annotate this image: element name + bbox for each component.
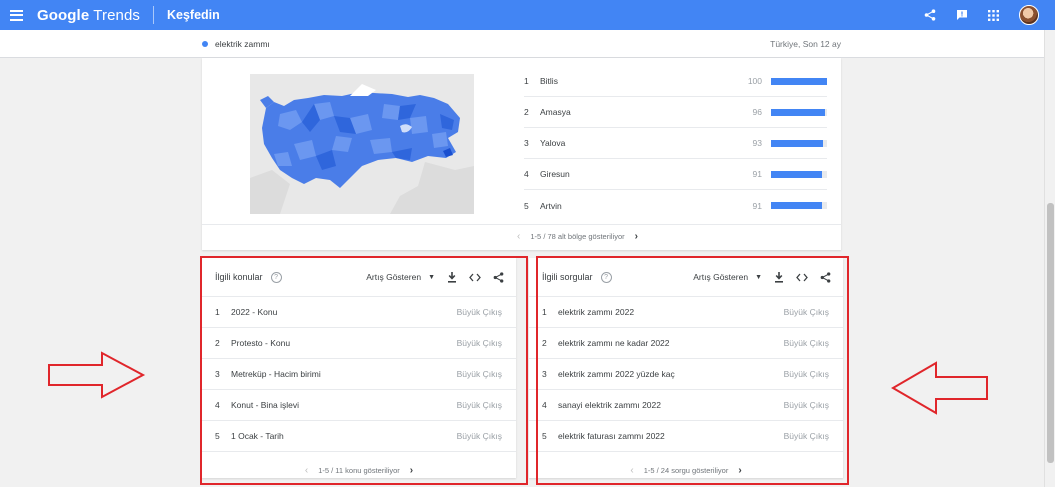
region-rank: 3 <box>524 138 529 148</box>
highlight-box-queries <box>536 256 849 485</box>
region-bar-track <box>771 77 827 85</box>
region-bar-fill <box>771 108 825 116</box>
pager-next-icon[interactable]: › <box>635 231 638 242</box>
region-rank: 2 <box>524 107 529 117</box>
region-bar-fill <box>771 77 827 85</box>
region-value: 91 <box>752 169 762 179</box>
region-row[interactable]: 4 Giresun 91 <box>524 159 827 190</box>
region-bar-track <box>771 202 827 209</box>
region-row[interactable]: 3 Yalova 93 <box>524 128 827 159</box>
region-name[interactable]: Artvin <box>540 201 732 211</box>
region-value: 100 <box>747 76 762 86</box>
google-trends-logo[interactable]: Google Trends <box>37 7 140 24</box>
arrow-left-icon <box>891 361 988 415</box>
region-row[interactable]: 1 Bitlis 100 <box>524 66 827 97</box>
region-value: 93 <box>752 138 762 148</box>
region-row[interactable]: 5 Artvin 91 <box>524 190 827 221</box>
region-value: 96 <box>752 107 762 117</box>
header-divider <box>153 6 154 24</box>
avatar[interactable] <box>1019 5 1039 25</box>
turkey-region-map[interactable] <box>250 74 474 214</box>
interest-by-region-card: 1 Bitlis 100 2 Amasya 96 3 Yalova 93 4 Giresun 91 5 A… <box>202 58 841 250</box>
page-title: Keşfedin <box>167 8 220 22</box>
region-pager: ‹ 1-5 / 78 alt bölge gösteriliyor › <box>202 224 841 248</box>
pager-prev-icon[interactable]: ‹ <box>517 231 520 242</box>
region-bar-fill <box>771 139 824 147</box>
region-rank: 4 <box>524 169 529 179</box>
region-bar-fill <box>771 170 822 178</box>
region-name[interactable]: Yalova <box>540 138 732 148</box>
region-rank: 1 <box>524 76 529 86</box>
apps-icon[interactable] <box>988 9 999 21</box>
highlight-box-topics <box>200 256 528 485</box>
region-time-filter: Türkiye, Son 12 ay <box>770 38 841 49</box>
region-row[interactable]: 2 Amasya 96 <box>524 97 827 128</box>
feedback-icon[interactable] <box>956 9 968 21</box>
search-term-bar: elektrik zammı Türkiye, Son 12 ay <box>0 30 1044 58</box>
region-rank: 5 <box>524 200 529 211</box>
top-app-bar: Google Trends Keşfedin <box>0 0 1055 30</box>
scrollbar[interactable] <box>1044 30 1055 487</box>
search-term[interactable]: elektrik zammı <box>215 39 270 49</box>
region-name[interactable]: Giresun <box>540 169 732 179</box>
pager-label: 1-5 / 78 alt bölge gösteriliyor <box>530 232 625 241</box>
region-bar-track <box>771 170 827 178</box>
region-ranking-list: 1 Bitlis 100 2 Amasya 96 3 Yalova 93 4 Giresun 91 5 A… <box>524 66 827 221</box>
share-icon[interactable] <box>924 9 936 21</box>
region-name[interactable]: Bitlis <box>540 76 732 86</box>
region-bar-fill <box>771 202 822 209</box>
region-bar-track <box>771 139 827 147</box>
region-name[interactable]: Amasya <box>540 107 732 117</box>
arrow-right-icon <box>48 351 146 399</box>
scrollbar-thumb[interactable] <box>1047 203 1054 463</box>
term-color-dot <box>202 40 208 47</box>
menu-icon[interactable] <box>10 9 23 21</box>
region-value: 91 <box>752 200 762 211</box>
region-bar-track <box>771 108 827 116</box>
